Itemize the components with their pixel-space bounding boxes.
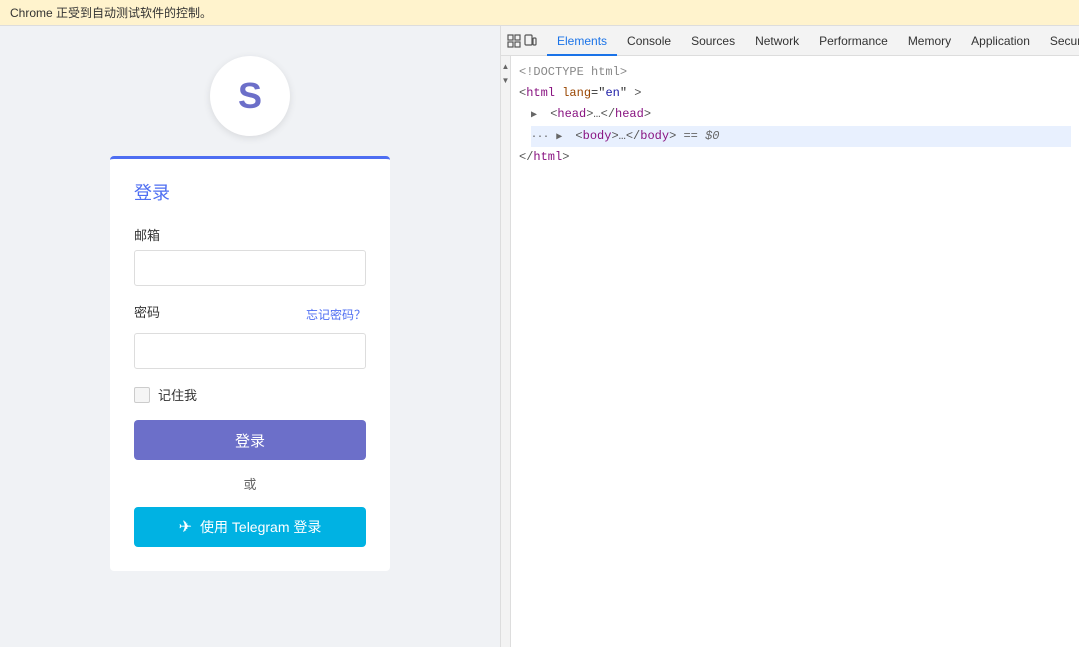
tab-sources[interactable]: Sources <box>681 26 745 56</box>
tab-memory[interactable]: Memory <box>898 26 961 56</box>
email-input[interactable] <box>134 250 366 286</box>
tab-performance[interactable]: Performance <box>809 26 898 56</box>
remember-checkbox[interactable] <box>134 387 150 403</box>
password-group: 密码 忘记密码？ <box>134 302 366 369</box>
logo-letter: S <box>238 75 262 117</box>
head-collapsed-line[interactable]: ▶ <head>…</head> <box>531 104 1071 125</box>
body-triangle[interactable]: ▶ <box>556 130 568 146</box>
or-divider: 或 <box>134 474 366 493</box>
main-area: S 登录 邮箱 密码 忘记密码？ 记住我 登录 或 ✈ <box>0 26 1079 647</box>
telegram-login-button[interactable]: ✈ 使用 Telegram 登录 <box>134 507 366 547</box>
tab-console[interactable]: Console <box>617 26 681 56</box>
devtools-tabs: Elements Console Sources Network Perform… <box>547 26 1079 56</box>
body-collapsed-line[interactable]: ··· ▶ <body>…</body> == $0 <box>531 126 1071 147</box>
forgot-password-link[interactable]: 忘记密码？ <box>306 306 366 323</box>
remember-row: 记住我 <box>134 385 366 404</box>
login-page: S 登录 邮箱 密码 忘记密码？ 记住我 登录 或 ✈ <box>0 26 500 647</box>
html-close-line: </html> <box>519 147 1071 168</box>
devtools-panel: Elements Console Sources Network Perform… <box>500 26 1079 647</box>
devtools-toolbar: Elements Console Sources Network Perform… <box>501 26 1079 56</box>
scroll-indicator: ▲ ▼ <box>501 56 511 647</box>
automation-text: Chrome 正受到自动测试软件的控制。 <box>10 6 212 20</box>
head-triangle[interactable]: ▶ <box>531 108 543 124</box>
password-row: 密码 忘记密码？ <box>134 302 366 327</box>
tab-application[interactable]: Application <box>961 26 1040 56</box>
password-label: 密码 <box>134 302 160 321</box>
telegram-icon: ✈ <box>179 517 192 537</box>
login-button[interactable]: 登录 <box>134 420 366 460</box>
device-toolbar-button[interactable] <box>523 29 537 53</box>
remember-label: 记住我 <box>158 385 197 404</box>
telegram-button-text: 使用 Telegram 登录 <box>200 517 321 537</box>
scroll-up[interactable]: ▲ <box>502 60 510 74</box>
scroll-down[interactable]: ▼ <box>502 74 510 88</box>
tab-network[interactable]: Network <box>745 26 809 56</box>
email-group: 邮箱 <box>134 225 366 286</box>
devtools-content: ▲ ▼ <!DOCTYPE html> <html lang="en" > ▶ … <box>501 56 1079 647</box>
login-title: 登录 <box>134 179 366 205</box>
email-label: 邮箱 <box>134 225 366 244</box>
logo-circle: S <box>210 56 290 136</box>
inspect-element-button[interactable] <box>507 29 521 53</box>
tab-security[interactable]: Security <box>1040 26 1079 56</box>
html-open-line: <html lang="en" > <box>519 83 1071 104</box>
login-card: 登录 邮箱 密码 忘记密码？ 记住我 登录 或 ✈ 使用 Telegra <box>110 156 390 571</box>
password-input[interactable] <box>134 333 366 369</box>
doctype-line: <!DOCTYPE html> <box>519 62 1071 83</box>
chrome-automation-bar: Chrome 正受到自动测试软件的控制。 <box>0 0 1079 26</box>
tab-elements[interactable]: Elements <box>547 26 617 56</box>
elements-panel[interactable]: <!DOCTYPE html> <html lang="en" > ▶ <hea… <box>511 56 1079 647</box>
